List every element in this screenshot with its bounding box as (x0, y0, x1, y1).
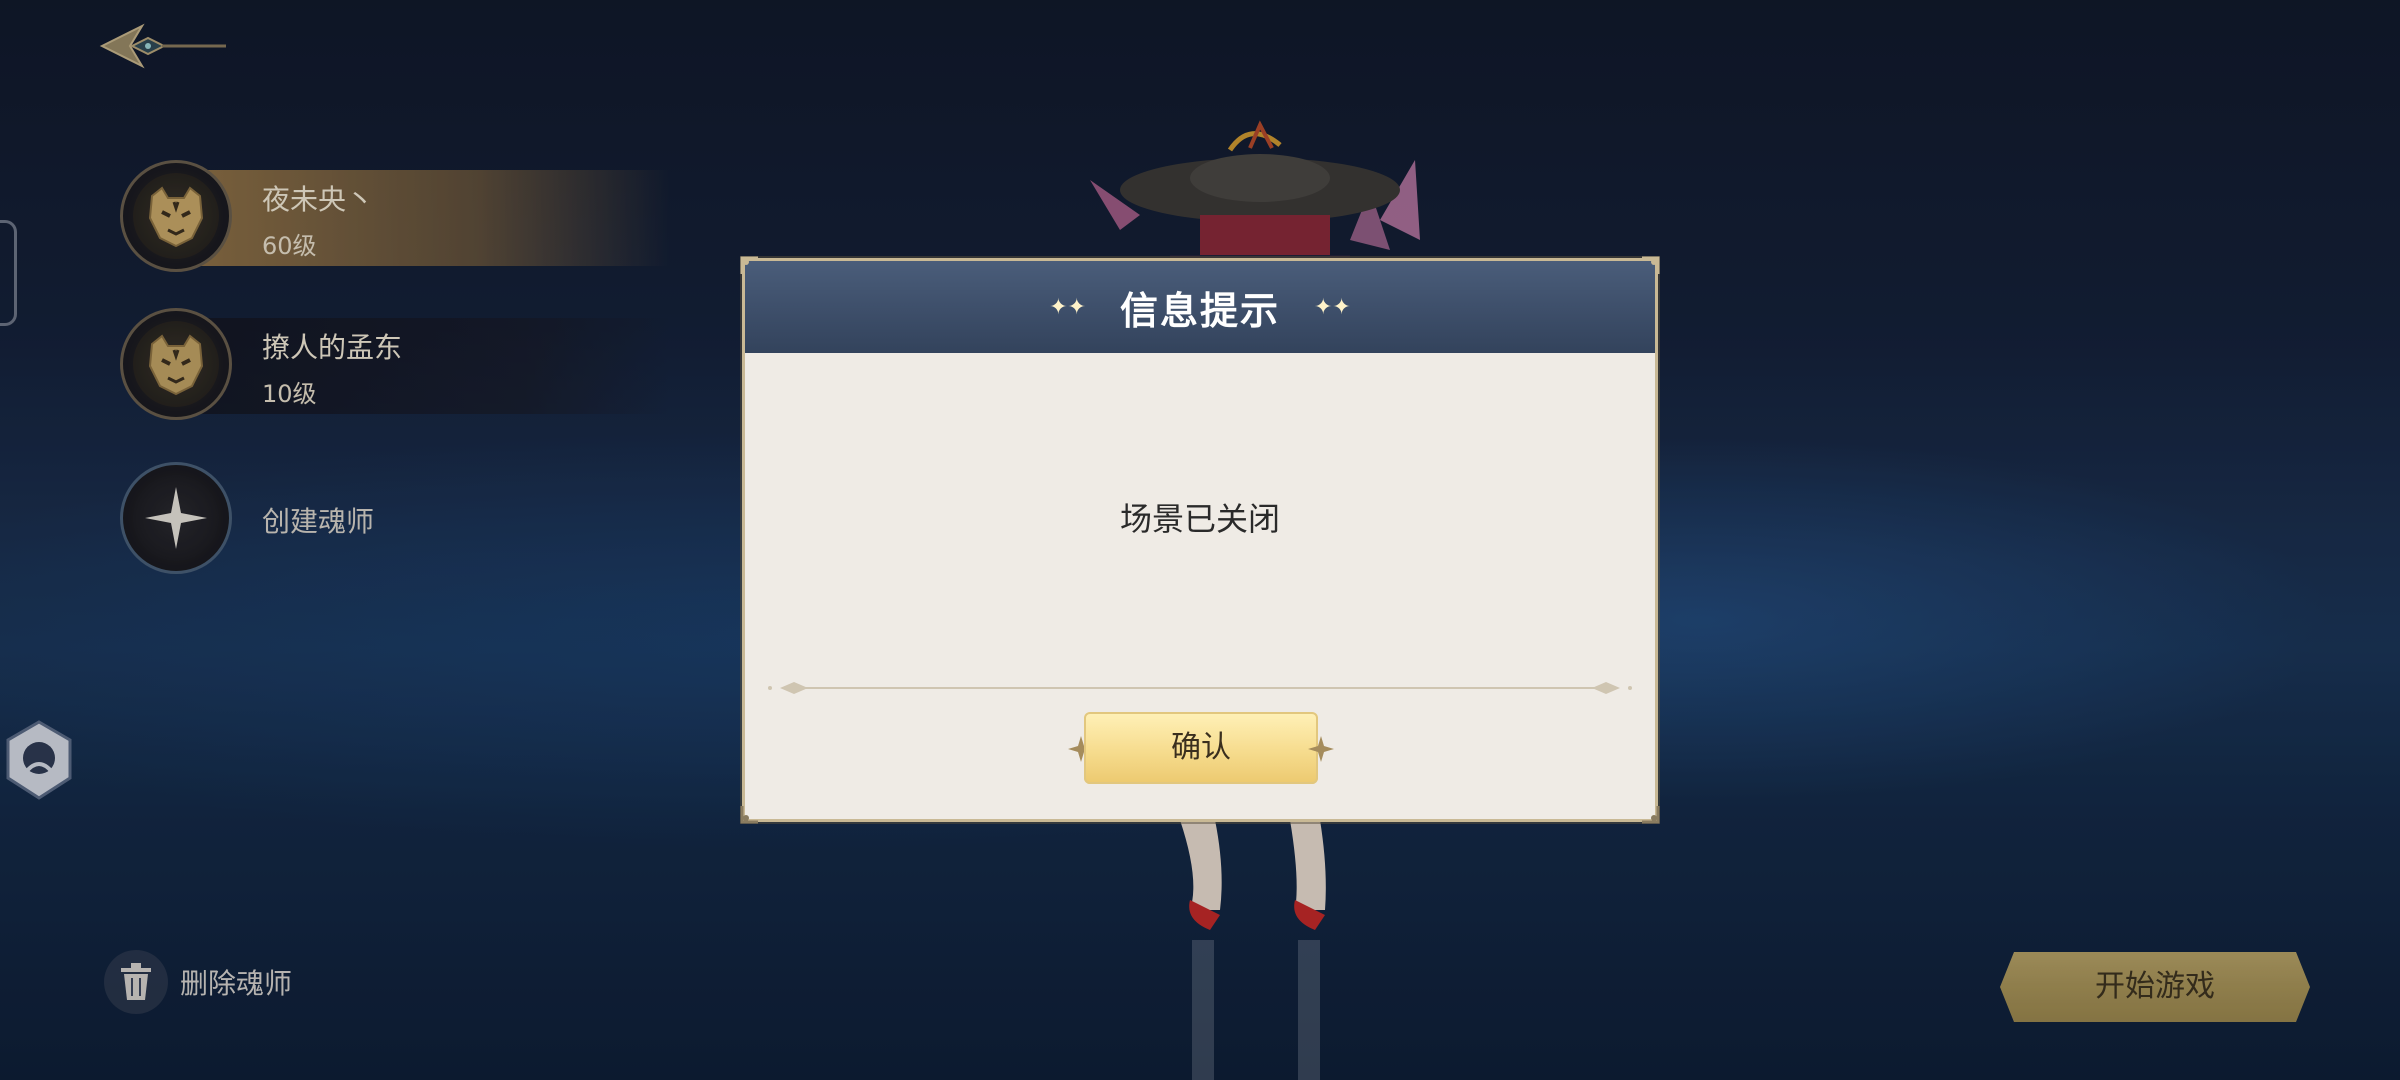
confirm-button[interactable]: 确认 (1066, 710, 1336, 786)
divider-ornament (768, 682, 1632, 694)
dialog-message: 场景已关闭 (1119, 500, 1280, 538)
dialog-header: ✦✦ 信息提示 ✦✦ (745, 261, 1655, 353)
dialog-title: 信息提示 (1119, 288, 1280, 333)
corner-ornament-icon (740, 806, 758, 824)
sparkle-icon: ✦✦ (1314, 294, 1351, 320)
sparkle-icon: ✦✦ (1049, 294, 1086, 320)
corner-ornament-icon (740, 256, 758, 274)
info-dialog: ✦✦ 信息提示 ✦✦ 场景已关闭 确认 (740, 256, 1660, 824)
corner-ornament-icon (1642, 256, 1660, 274)
corner-ornament-icon (1642, 806, 1660, 824)
confirm-label: 确认 (1171, 730, 1231, 765)
